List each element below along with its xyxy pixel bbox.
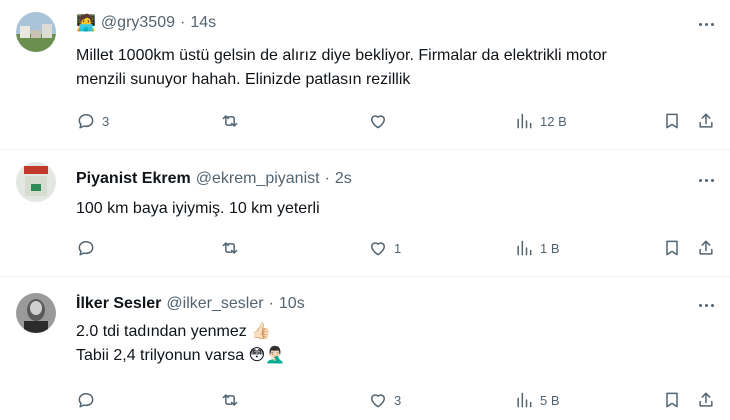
reply-button[interactable] [76, 236, 102, 260]
avatar[interactable] [16, 162, 56, 202]
views-icon [517, 113, 532, 129]
timestamp[interactable]: 14s [190, 14, 216, 32]
share-button[interactable] [696, 109, 716, 133]
separator: · [179, 14, 186, 31]
like-button[interactable]: 3 [368, 388, 401, 412]
reply-button[interactable]: 3 [76, 109, 109, 133]
avatar-image [16, 12, 56, 52]
like-count: 3 [394, 392, 402, 408]
avatar-image [16, 293, 56, 333]
views-button[interactable]: 12 B [514, 109, 567, 133]
share-button[interactable] [696, 236, 716, 260]
more-options-icon[interactable] [696, 170, 716, 190]
more-options-icon[interactable] [696, 14, 716, 34]
repost-button[interactable] [220, 388, 246, 412]
avatar-image [16, 162, 56, 202]
share-button[interactable] [696, 388, 716, 412]
reply-count: 3 [102, 113, 110, 129]
bookmark-icon [666, 392, 678, 408]
timestamp[interactable]: 10s [279, 295, 305, 313]
bookmark-button[interactable] [662, 236, 682, 260]
tweet-text: 2.0 tdi tadından yenmez 👍🏻 Tabii 2,4 tri… [76, 320, 710, 368]
heart-icon [371, 394, 385, 408]
share-icon [699, 392, 713, 407]
user-badge-emoji: 🧑‍💻 [76, 15, 96, 32]
action-bar: 1 1 B [76, 236, 720, 260]
reply-icon [78, 114, 94, 129]
tweet-text: Millet 1000km üstü gelsin de alırız diye… [76, 44, 710, 92]
like-button[interactable] [368, 109, 394, 133]
user-handle[interactable]: @ilker_sesler [166, 295, 263, 313]
timestamp[interactable]: 2s [335, 170, 352, 188]
user-display-name[interactable]: Piyanist Ekrem [76, 170, 191, 188]
view-count: 1 B [540, 240, 560, 256]
user-display-name[interactable]: İlker Sesler [76, 295, 161, 313]
tweet[interactable]: 🧑‍💻 @gry3509 · 14s Millet 1000km üstü ge… [0, 0, 730, 150]
avatar[interactable] [16, 12, 56, 52]
share-icon [699, 113, 713, 128]
more-options-icon[interactable] [696, 295, 716, 315]
action-bar: 3 12 B [76, 109, 720, 133]
bookmark-icon [666, 113, 678, 129]
tweet-text-line: 100 km baya iyiymiş. 10 km yeterli [76, 200, 320, 217]
views-button[interactable]: 1 B [514, 236, 560, 260]
tweet-header: Piyanist Ekrem @ekrem_piyanist · 2s [76, 168, 352, 190]
reply-icon [78, 393, 94, 408]
repost-icon [222, 394, 238, 406]
tweet-text-line: Tabii 2,4 trilyonun varsa 😳🤦🏻‍♂️ [76, 347, 286, 364]
like-button[interactable]: 1 [368, 236, 401, 260]
repost-icon [222, 115, 238, 127]
user-handle[interactable]: @ekrem_piyanist [196, 170, 320, 188]
views-button[interactable]: 5 B [514, 388, 560, 412]
tweet-header: 🧑‍💻 @gry3509 · 14s [76, 12, 216, 34]
view-count: 5 B [540, 392, 560, 408]
views-icon [517, 392, 532, 408]
tweet-text-line: 2.0 tdi tadından yenmez 👍🏻 [76, 323, 272, 340]
tweet-text: 100 km baya iyiymiş. 10 km yeterli [76, 197, 710, 221]
bookmark-button[interactable] [662, 109, 682, 133]
reply-button[interactable] [76, 388, 102, 412]
reply-icon [78, 241, 94, 256]
tweet-text-line: Millet 1000km üstü gelsin de alırız diye… [76, 47, 607, 64]
separator: · [268, 295, 274, 312]
repost-button[interactable] [220, 236, 246, 260]
heart-icon [371, 115, 385, 129]
bookmark-button[interactable] [662, 388, 682, 412]
share-icon [699, 240, 713, 255]
repost-icon [222, 242, 238, 254]
user-handle[interactable]: @gry3509 [101, 14, 175, 32]
bookmark-icon [666, 240, 678, 256]
tweet-text-line: menzili sunuyor hahah. Elinizde patlasın… [76, 71, 411, 88]
like-count: 1 [394, 240, 402, 256]
heart-icon [371, 242, 385, 256]
views-icon [517, 240, 532, 256]
separator: · [324, 170, 330, 187]
tweet-header: İlker Sesler @ilker_sesler · 10s [76, 293, 305, 315]
repost-button[interactable] [220, 109, 246, 133]
avatar[interactable] [16, 293, 56, 333]
view-count: 12 B [540, 113, 567, 129]
action-bar: 3 5 B [76, 388, 720, 412]
